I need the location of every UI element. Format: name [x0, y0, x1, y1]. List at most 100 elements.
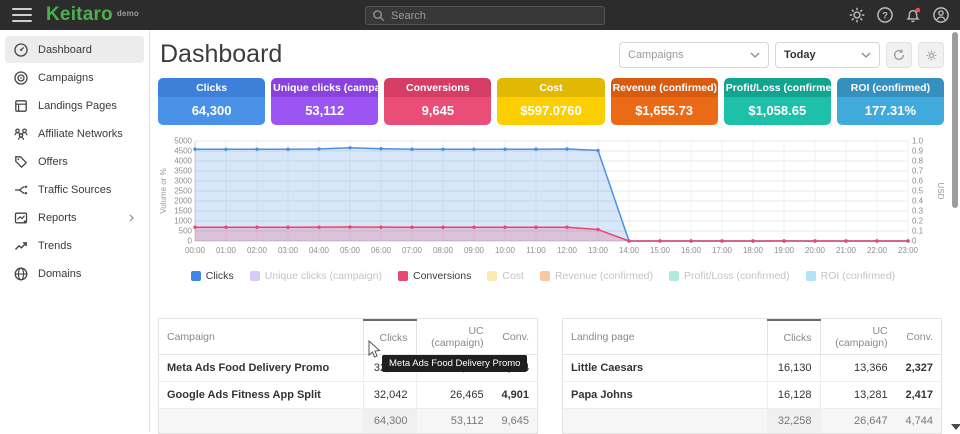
campaigns-filter-select[interactable]: Campaigns [619, 42, 769, 68]
legend-item-roi[interactable]: ROI (confirmed) [806, 270, 896, 282]
sidebar-item-trends[interactable]: Trends [5, 232, 144, 259]
menu-toggle-icon[interactable] [12, 8, 32, 22]
svg-text:06:00: 06:00 [371, 246, 392, 255]
pages-icon [13, 98, 29, 114]
svg-text:07:00: 07:00 [402, 246, 423, 255]
search-input[interactable] [391, 10, 598, 22]
sidebar-item-dashboard[interactable]: Dashboard [5, 36, 144, 63]
dashboard-settings-button[interactable] [918, 42, 944, 68]
table-row[interactable]: Papa Johns 16,128 13,281 2,417 [563, 382, 941, 409]
gear-icon [925, 49, 938, 62]
column-header-uc[interactable]: UC (campaign) [820, 320, 896, 355]
legend-item-unique-clicks[interactable]: Unique clicks (campaign) [250, 270, 382, 282]
mouse-cursor [368, 340, 381, 359]
svg-text:15:00: 15:00 [650, 246, 671, 255]
metric-cards-row: Clicks 64,300 Unique clicks (campaign) 5… [158, 78, 944, 125]
svg-text:500: 500 [179, 227, 193, 236]
sidebar-item-offers[interactable]: Offers [5, 148, 144, 175]
svg-text:USD: USD [936, 183, 944, 200]
legend-swatch [540, 271, 550, 281]
metric-card-clicks[interactable]: Clicks 64,300 [158, 78, 265, 125]
metric-card-revenue[interactable]: Revenue (confirmed) $1,655.73 [611, 78, 718, 125]
sidebar-item-reports[interactable]: Reports [5, 204, 144, 231]
svg-text:1000: 1000 [174, 217, 192, 226]
sidebar-item-label: Offers [38, 156, 68, 168]
svg-text:3000: 3000 [174, 177, 192, 186]
svg-text:23:00: 23:00 [898, 246, 919, 255]
legend-item-profit-loss[interactable]: Profit/Loss (confirmed) [669, 270, 790, 282]
svg-text:?: ? [882, 10, 888, 21]
global-search[interactable] [365, 6, 605, 25]
date-range-select[interactable]: Today [775, 42, 880, 68]
metric-value: 53,112 [271, 97, 378, 125]
target-icon [13, 70, 29, 86]
legend-swatch [191, 271, 201, 281]
svg-text:0.9: 0.9 [912, 147, 924, 156]
legend-item-revenue[interactable]: Revenue (confirmed) [540, 270, 653, 282]
column-header-landing-page[interactable]: Landing page [563, 320, 767, 355]
svg-text:19:00: 19:00 [774, 246, 795, 255]
column-header-campaign[interactable]: Campaign [159, 320, 363, 355]
metric-card-profit-loss[interactable]: Profit/Loss (confirmed) $1,058.65 [724, 78, 831, 125]
column-header-conv[interactable]: Conv. [896, 320, 941, 355]
column-header-uc[interactable]: UC (campaign) [416, 320, 492, 355]
metric-card-cost[interactable]: Cost $597.0760 [497, 78, 604, 125]
sidebar-item-traffic-sources[interactable]: Traffic Sources [5, 176, 144, 203]
metric-card-roi[interactable]: ROI (confirmed) 177.31% [837, 78, 944, 125]
sidebar-item-label: Dashboard [38, 44, 92, 56]
metric-value: 177.31% [837, 97, 944, 125]
scrollbar-thumb[interactable] [952, 32, 958, 208]
app-logo[interactable]: Keitarodemo [46, 4, 139, 26]
svg-text:12:00: 12:00 [557, 246, 578, 255]
help-icon[interactable]: ? [876, 6, 894, 24]
svg-text:14:00: 14:00 [619, 246, 640, 255]
svg-text:04:00: 04:00 [309, 246, 330, 255]
svg-text:01:00: 01:00 [216, 246, 237, 255]
table-header-row: Campaign Clicks UC (campaign) Conv. [159, 320, 537, 355]
column-header-clicks[interactable]: Clicks [767, 320, 820, 355]
column-header-conv[interactable]: Conv. [492, 320, 537, 355]
refresh-button[interactable] [886, 42, 912, 68]
hover-tooltip: Meta Ads Food Delivery Promo [382, 355, 527, 372]
chevron-down-icon [750, 52, 760, 59]
svg-text:4000: 4000 [174, 157, 192, 166]
report-chart-icon [13, 210, 29, 226]
svg-text:05:00: 05:00 [340, 246, 361, 255]
sidebar-item-label: Traffic Sources [38, 184, 111, 196]
svg-text:2000: 2000 [174, 197, 192, 206]
trend-up-icon [13, 238, 29, 254]
metric-card-conversions[interactable]: Conversions 9,645 [384, 78, 491, 125]
sidebar-item-label: Affiliate Networks [38, 128, 123, 140]
notifications-bell-icon[interactable] [904, 6, 922, 24]
legend-item-conversions[interactable]: Conversions [398, 270, 471, 282]
legend-item-cost[interactable]: Cost [487, 270, 524, 282]
svg-text:10:00: 10:00 [495, 246, 516, 255]
settings-icon[interactable] [848, 6, 866, 24]
chevron-right-icon [128, 214, 136, 222]
user-account-icon[interactable] [932, 6, 950, 24]
sidebar-item-campaigns[interactable]: Campaigns [5, 64, 144, 91]
refresh-icon [892, 48, 906, 62]
legend-item-clicks[interactable]: Clicks [191, 270, 234, 282]
svg-text:0: 0 [912, 237, 917, 246]
sidebar-item-affiliate-networks[interactable]: Affiliate Networks [5, 120, 144, 147]
metric-value: $597.0760 [497, 97, 604, 125]
table-row[interactable]: Google Ads Fitness App Split 32,042 26,4… [159, 382, 537, 409]
table-row[interactable]: Little Caesars 16,130 13,366 2,327 [563, 355, 941, 382]
svg-text:21:00: 21:00 [836, 246, 857, 255]
people-network-icon [13, 126, 29, 142]
chart-legend: Clicks Unique clicks (campaign) Conversi… [150, 270, 936, 282]
chevron-down-icon [861, 52, 871, 59]
campaigns-table: Campaign Clicks UC (campaign) Conv. Meta… [158, 318, 538, 434]
sidebar-item-landings-pages[interactable]: Landings Pages [5, 92, 144, 119]
svg-text:08:00: 08:00 [433, 246, 454, 255]
totals-row: 64,300 53,112 9,645 [159, 409, 537, 434]
traffic-chart: 0500100015002000250030003500400045005000… [158, 136, 944, 260]
scrollbar-down-arrow-icon[interactable] [951, 424, 960, 430]
svg-text:0.8: 0.8 [912, 157, 924, 166]
sidebar-item-label: Domains [38, 268, 81, 280]
sidebar-item-domains[interactable]: Domains [5, 260, 144, 287]
landing-pages-table: Landing page Clicks UC (campaign) Conv. … [562, 318, 942, 434]
svg-text:18:00: 18:00 [743, 246, 764, 255]
metric-card-unique-clicks[interactable]: Unique clicks (campaign) 53,112 [271, 78, 378, 125]
